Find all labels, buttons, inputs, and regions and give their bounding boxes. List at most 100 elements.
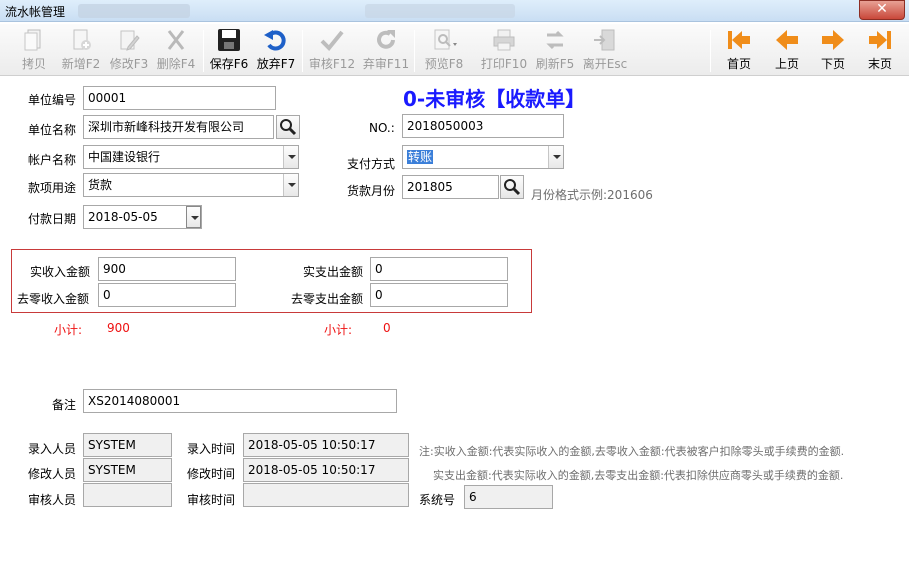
pay-date-picker[interactable]: 2018-05-05 xyxy=(83,205,202,229)
entry-time-label: 录入时间 xyxy=(187,442,236,456)
account-value: 中国建设银行 xyxy=(88,150,161,164)
pay-date-value: 2018-05-05 xyxy=(88,210,158,224)
print-button[interactable]: 打印F10 xyxy=(480,28,528,74)
toolbar-separator xyxy=(302,30,303,72)
income-label: 实收入金额 xyxy=(30,265,91,279)
exit-door-icon xyxy=(594,29,615,51)
add-button[interactable]: 新增F2 xyxy=(60,28,102,74)
chevron-down-icon[interactable] xyxy=(186,206,201,228)
purpose-value: 货款 xyxy=(88,178,113,192)
first-page-button[interactable]: 首页 xyxy=(722,28,756,74)
round-expense-field[interactable]: 0 xyxy=(370,283,508,307)
modify-time-label: 修改时间 xyxy=(187,467,236,481)
remark-label: 备注 xyxy=(52,398,77,412)
copy-button[interactable]: 拷贝 xyxy=(14,28,54,74)
note-line-2: 实支出金额:代表实际收入的金额,去零支出金额:代表扣除供应商零头或手续费的金额. xyxy=(433,469,844,482)
discard-button[interactable]: 放弃F7 xyxy=(254,28,298,74)
arrow-right-icon xyxy=(822,30,844,50)
modify-user-field: SYSTEM xyxy=(83,458,172,482)
add-document-icon xyxy=(73,29,91,50)
edit-icon xyxy=(120,30,140,51)
unit-name-label: 单位名称 xyxy=(28,123,77,137)
magnifier-doc-icon xyxy=(434,29,457,50)
last-page-button[interactable]: 末页 xyxy=(863,28,897,74)
modify-user-label: 修改人员 xyxy=(28,467,77,481)
purpose-combo[interactable]: 货款 xyxy=(83,173,299,197)
save-icon xyxy=(218,29,240,51)
month-format-hint: 月份格式示例:201606 xyxy=(531,188,653,202)
sys-no-label: 系统号 xyxy=(419,493,456,507)
delete-icon xyxy=(167,30,185,50)
blurred-title-area xyxy=(365,4,515,18)
goods-month-field[interactable]: 201805 xyxy=(402,175,499,199)
checkmark-icon xyxy=(320,30,344,51)
review-user-field xyxy=(83,483,172,507)
round-income-field[interactable]: 0 xyxy=(98,283,236,307)
close-button[interactable]: ✕ xyxy=(859,0,905,20)
unit-search-button[interactable] xyxy=(276,115,300,139)
chevron-down-icon[interactable] xyxy=(283,174,298,196)
unapprove-button[interactable]: 弃审F11 xyxy=(362,28,410,74)
pay-method-combo[interactable]: 转账 xyxy=(402,145,564,169)
subtotal-income-value: 900 xyxy=(107,321,130,335)
chevron-down-icon[interactable] xyxy=(283,146,298,168)
search-icon xyxy=(504,179,521,196)
toolbar-separator xyxy=(203,30,204,72)
unit-code-field[interactable]: 00001 xyxy=(83,86,276,110)
purpose-label: 款项用途 xyxy=(28,181,77,195)
entry-user-field: SYSTEM xyxy=(83,433,172,457)
round-income-label: 去零收入金额 xyxy=(17,292,90,306)
edit-button[interactable]: 修改F3 xyxy=(108,28,150,74)
refresh-arrow-icon xyxy=(377,30,395,49)
undo-icon xyxy=(264,30,286,51)
review-time-label: 审核时间 xyxy=(187,493,236,507)
remark-field[interactable]: XS2014080001 xyxy=(83,389,397,413)
expense-label: 实支出金额 xyxy=(303,265,364,279)
exit-button[interactable]: 离开Esc xyxy=(582,28,628,74)
preview-button[interactable]: 预览F8 xyxy=(420,28,468,74)
note-line-1: 注:实收入金额:代表实际收入的金额,去零收入金额:代表被客户扣除零头或手续费的金… xyxy=(419,445,845,458)
no-field[interactable]: 2018050003 xyxy=(402,114,564,138)
window-title: 流水帐管理 xyxy=(5,5,66,19)
month-search-button[interactable] xyxy=(500,175,524,199)
save-button[interactable]: 保存F6 xyxy=(208,28,250,74)
next-page-button[interactable]: 下页 xyxy=(816,28,850,74)
unit-code-label: 单位编号 xyxy=(28,93,77,107)
first-page-icon xyxy=(728,31,750,49)
refresh-icon xyxy=(546,30,564,50)
last-page-icon xyxy=(869,31,891,49)
pay-method-value: 转账 xyxy=(407,150,434,164)
expense-field[interactable]: 0 xyxy=(370,257,508,281)
refresh-button[interactable]: 刷新F5 xyxy=(534,28,576,74)
copy-icon xyxy=(24,29,41,51)
sys-no-field: 6 xyxy=(464,485,553,509)
approve-button[interactable]: 审核F12 xyxy=(308,28,356,74)
modify-time-field: 2018-05-05 10:50:17 xyxy=(243,458,409,482)
pay-date-label: 付款日期 xyxy=(28,212,77,226)
prev-page-button[interactable]: 上页 xyxy=(770,28,804,74)
printer-icon xyxy=(493,29,515,51)
subtotal-expense-value: 0 xyxy=(383,321,391,335)
no-label: NO.: xyxy=(369,121,395,135)
chevron-down-icon[interactable] xyxy=(548,146,563,168)
pay-method-label: 支付方式 xyxy=(347,157,396,171)
toolbar-separator xyxy=(414,30,415,72)
review-time-field xyxy=(243,483,409,507)
subtotal-expense-label: 小计: xyxy=(324,323,353,337)
delete-button[interactable]: 删除F4 xyxy=(154,28,198,74)
toolbar-separator xyxy=(710,30,711,72)
arrow-left-icon xyxy=(776,30,798,50)
toolbar: 拷贝 新增F2 修改F3 删除F4 保存F6 放弃F7 审核F12 弃审F11 … xyxy=(0,24,909,76)
blurred-title-area xyxy=(78,4,190,18)
unit-name-field[interactable]: 深圳市新峰科技开发有限公司 xyxy=(83,115,274,139)
subtotal-income-label: 小计: xyxy=(54,323,83,337)
income-field[interactable]: 900 xyxy=(98,257,236,281)
account-combo[interactable]: 中国建设银行 xyxy=(83,145,299,169)
goods-month-label: 货款月份 xyxy=(347,184,396,198)
status-title: 0-未审核【收款单】 xyxy=(403,87,586,111)
entry-user-label: 录入人员 xyxy=(28,442,77,456)
title-bar: 流水帐管理 ✕ xyxy=(0,0,909,22)
entry-time-field: 2018-05-05 10:50:17 xyxy=(243,433,409,457)
review-user-label: 审核人员 xyxy=(28,493,77,507)
search-icon xyxy=(280,119,297,136)
